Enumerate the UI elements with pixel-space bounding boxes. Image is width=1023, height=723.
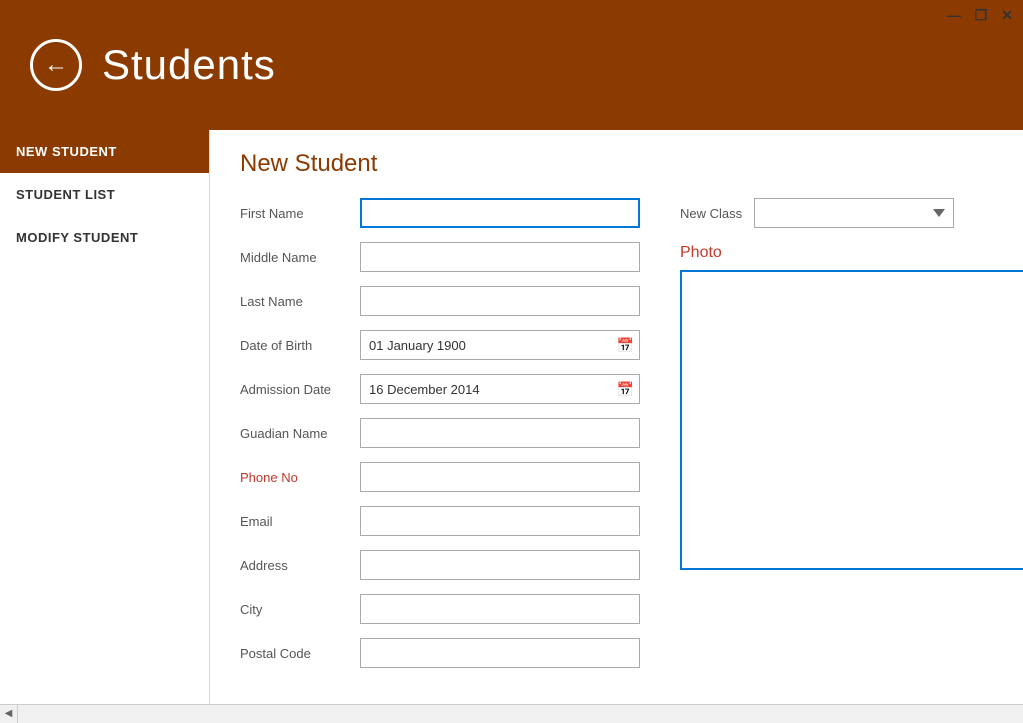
last-name-input[interactable] [360,286,640,316]
photo-section: Photo [680,244,1023,570]
bottom-scrollbar: ◀ [0,704,1023,722]
address-input[interactable] [360,550,640,580]
admission-date-label: Admission Date [240,382,360,397]
date-of-birth-wrapper: 📅 [360,330,640,360]
middle-name-input[interactable] [360,242,640,272]
content-title: New Student [240,150,993,178]
minimize-button[interactable]: — [947,8,961,22]
address-row: Address [240,550,640,580]
date-of-birth-label: Date of Birth [240,338,360,353]
main-layout: NEW STUDENT STUDENT LIST MODIFY STUDENT … [0,130,1023,722]
back-button[interactable]: ← [30,39,82,91]
back-icon: ← [44,51,68,79]
first-name-input[interactable] [360,198,640,228]
form-and-photo: First Name Middle Name Last Name Date of… [240,198,993,682]
city-input[interactable] [360,594,640,624]
address-label: Address [240,558,360,573]
postal-code-label: Postal Code [240,646,360,661]
calendar-icon-dob[interactable]: 📅 [617,337,634,354]
sidebar: NEW STUDENT STUDENT LIST MODIFY STUDENT [0,130,210,722]
admission-date-wrapper: 📅 [360,374,640,404]
guardian-name-row: Guadian Name [240,418,640,448]
middle-name-label: Middle Name [240,250,360,265]
sidebar-item-new-student[interactable]: NEW STUDENT [0,130,209,173]
guardian-name-label: Guadian Name [240,426,360,441]
email-row: Email [240,506,640,536]
right-section: New Class Photo [680,198,1023,682]
form-section: First Name Middle Name Last Name Date of… [240,198,640,682]
date-of-birth-input[interactable] [360,330,640,360]
phone-no-row: Phone No [240,462,640,492]
new-class-label: New Class [680,206,742,221]
date-of-birth-row: Date of Birth 📅 [240,330,640,360]
admission-date-input[interactable] [360,374,640,404]
email-input[interactable] [360,506,640,536]
sidebar-item-modify-student[interactable]: MODIFY STUDENT [0,216,209,259]
postal-code-input[interactable] [360,638,640,668]
maximize-button[interactable]: ❐ [975,8,988,22]
last-name-row: Last Name [240,286,640,316]
last-name-label: Last Name [240,294,360,309]
city-label: City [240,602,360,617]
photo-box[interactable] [680,270,1023,570]
photo-label: Photo [680,244,1023,262]
new-class-row: New Class [680,198,1023,228]
first-name-label: First Name [240,206,360,221]
city-row: City [240,594,640,624]
first-name-row: First Name [240,198,640,228]
postal-code-row: Postal Code [240,638,640,668]
email-label: Email [240,514,360,529]
close-button[interactable]: ✕ [1001,8,1013,22]
phone-no-input[interactable] [360,462,640,492]
window-controls: — ❐ ✕ [947,8,1013,22]
new-class-select[interactable] [754,198,954,228]
scroll-left-arrow[interactable]: ◀ [0,705,18,723]
phone-no-label: Phone No [240,470,360,485]
calendar-icon-admission[interactable]: 📅 [617,381,634,398]
guardian-name-input[interactable] [360,418,640,448]
content-area: New Student First Name Middle Name Last … [210,130,1023,722]
sidebar-item-student-list[interactable]: STUDENT LIST [0,173,209,216]
page-title: Students [102,41,276,89]
header: ← Students [0,0,1023,130]
middle-name-row: Middle Name [240,242,640,272]
admission-date-row: Admission Date 📅 [240,374,640,404]
